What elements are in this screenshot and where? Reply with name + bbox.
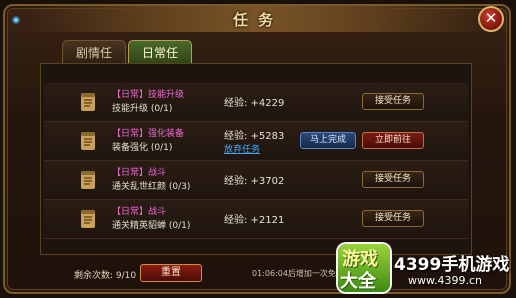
task-progress: 装备强化 (0/1) <box>112 143 173 153</box>
free-refresh-timer: 01:06:04后增加一次免费机 <box>252 269 352 278</box>
reset-button[interactable]: 重置 <box>140 264 202 282</box>
watermark-title: 4399手机游戏 <box>394 255 510 275</box>
scroll-icon <box>76 90 100 114</box>
task-progress: 通关乱世红颜 (0/3) <box>112 182 191 192</box>
watermark: 游戏 大全 4399手机游戏 www.4399.cn <box>338 244 512 294</box>
scroll-icon <box>76 207 100 231</box>
task-row: 【日常】强化装备 装备强化 (0/1) 经验: +5283 放弃任务 马上完成 … <box>44 122 468 161</box>
scroll-icon <box>76 129 100 153</box>
task-title: 【日常】战斗 <box>112 168 167 178</box>
tab-daily-tasks[interactable]: 日常任务 <box>128 40 192 84</box>
task-progress: 技能升级 (0/1) <box>112 104 173 114</box>
task-exp-reward: 经验: +5283 <box>224 131 285 142</box>
remaining-count: 剩余次数: 9/10 <box>74 271 137 281</box>
task-title: 【日常】战斗 <box>112 207 167 217</box>
abandon-task-link[interactable]: 放弃任务 <box>224 142 260 155</box>
task-row: 【日常】战斗 通关乱世红颜 (0/3) 经验: +3702 接受任务 <box>44 161 468 200</box>
task-exp-reward: 经验: +4229 <box>224 98 285 109</box>
task-progress: 通关精英貂蝉 (0/1) <box>112 221 191 231</box>
accept-task-button[interactable]: 接受任务 <box>362 210 424 227</box>
window-title: 任务 <box>232 11 283 29</box>
task-title: 【日常】技能升级 <box>112 90 185 100</box>
task-row: 【日常】技能升级 技能升级 (0/1) 经验: +4229 接受任务 <box>44 83 468 122</box>
accept-task-button[interactable]: 接受任务 <box>362 93 424 110</box>
tab-story-tasks[interactable]: 剧情任务 <box>62 40 126 84</box>
accept-task-button[interactable]: 接受任务 <box>362 171 424 188</box>
watermark-logo-line2: 大全 <box>340 271 376 292</box>
task-row: 【日常】战斗 通关精英貂蝉 (0/1) 经验: +2121 接受任务 <box>44 200 468 239</box>
watermark-logo: 游戏 大全 <box>338 244 390 292</box>
task-exp-reward: 经验: +3702 <box>224 176 285 187</box>
watermark-url: www.4399.cn <box>408 274 482 287</box>
go-now-button[interactable]: 立即前往 <box>362 132 424 149</box>
complete-now-button[interactable]: 马上完成 <box>300 132 356 149</box>
close-icon[interactable]: ✕ <box>478 6 504 32</box>
task-title: 【日常】强化装备 <box>112 129 185 139</box>
task-exp-reward: 经验: +2121 <box>224 215 285 226</box>
scroll-icon <box>76 168 100 192</box>
